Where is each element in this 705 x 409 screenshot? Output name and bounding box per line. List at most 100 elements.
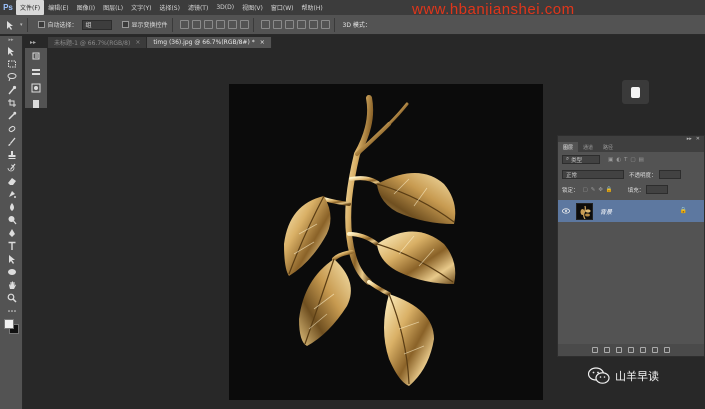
document-tabs: 未标题-1 @ 66.7%(RGB/8) × timg (36).jpg @ 6… <box>48 37 272 48</box>
tab-label: 未标题-1 @ 66.7%(RGB/8) <box>54 40 131 47</box>
chevron-down-icon: ▾ <box>20 21 23 28</box>
photoshop-window: Ps 文件(F) 编辑(E) 图像(I) 图层(L) 文字(Y) 选择(S) 滤… <box>0 0 705 409</box>
close-icon[interactable]: ✕ <box>696 136 700 142</box>
wechat-account-name: 山羊早读 <box>615 370 659 383</box>
visibility-eye-icon[interactable] <box>562 207 570 215</box>
eraser-icon[interactable] <box>0 174 23 187</box>
layer-style-icon[interactable] <box>604 347 610 353</box>
move-tool-preset[interactable]: ▾ <box>6 20 23 30</box>
align-right-icon[interactable] <box>239 20 249 29</box>
more-tools-icon[interactable] <box>0 304 23 317</box>
distribute-right-icon[interactable] <box>320 20 330 29</box>
layer-thumbnail <box>576 202 593 220</box>
menu-layer[interactable]: 图层(L) <box>99 0 127 15</box>
blend-mode-dropdown[interactable]: 正常 <box>562 170 624 179</box>
eyedropper-icon[interactable] <box>0 109 23 122</box>
auto-select-dropdown[interactable]: 组 <box>81 19 112 30</box>
tab-untitled[interactable]: 未标题-1 @ 66.7%(RGB/8) × <box>48 37 148 48</box>
group-icon[interactable] <box>640 347 646 353</box>
menu-filter[interactable]: 滤镜(T) <box>184 0 212 15</box>
show-transform-checkbox[interactable]: 显示变换控件 <box>121 20 168 29</box>
document-canvas[interactable] <box>229 84 543 400</box>
lasso-icon[interactable] <box>0 70 23 83</box>
menu-edit[interactable]: 编辑(E) <box>44 0 72 15</box>
hand-icon[interactable] <box>0 278 23 291</box>
marquee-icon[interactable] <box>0 57 23 70</box>
adjustment-icon[interactable] <box>628 347 634 353</box>
layer-name[interactable]: 背景 <box>600 207 612 216</box>
zoom-icon[interactable] <box>0 291 23 304</box>
auto-select-checkbox[interactable]: 自动选择： <box>37 20 78 29</box>
panel-grip[interactable]: ▸▸ <box>30 37 36 47</box>
trash-icon[interactable] <box>664 347 670 353</box>
tab-timg[interactable]: timg (36).jpg @ 66.7%(RGB/8#) * × <box>147 37 272 48</box>
align-left-icon[interactable] <box>215 20 225 29</box>
move-icon[interactable] <box>0 44 23 57</box>
panel-toggle-button[interactable] <box>622 80 649 104</box>
tab-layers[interactable]: 图层 <box>558 142 579 152</box>
tools-panel: ▸▸ <box>0 36 23 409</box>
dodge-icon[interactable] <box>0 213 23 226</box>
gradient-icon[interactable] <box>0 187 23 200</box>
color-swatches[interactable] <box>0 317 23 343</box>
menu-3d[interactable]: 3D(D) <box>212 0 238 15</box>
filter-icons[interactable]: ▣◐T▢▤ <box>608 157 647 163</box>
foreground-color-chip[interactable] <box>4 319 14 329</box>
align-vcenter-icon[interactable] <box>191 20 201 29</box>
brush-presets-icon[interactable] <box>25 80 47 96</box>
checkbox-box[interactable] <box>37 21 45 28</box>
collapse-icon[interactable]: ▸▸ <box>687 136 692 142</box>
fill-input[interactable] <box>646 185 669 194</box>
menu-type[interactable]: 文字(Y) <box>127 0 155 15</box>
mode-3d-label: 3D 模式： <box>342 22 371 29</box>
lock-icons[interactable]: ▢✎✥🔒 <box>583 187 616 193</box>
layers-footer <box>558 344 704 356</box>
layer-row-background[interactable]: 背景 🔒 <box>558 200 704 222</box>
close-icon[interactable]: × <box>135 39 140 46</box>
close-icon[interactable]: × <box>260 39 265 46</box>
new-layer-icon[interactable] <box>652 347 658 353</box>
tab-paths[interactable]: 路径 <box>598 142 618 152</box>
distribute-bottom-icon[interactable] <box>284 20 294 29</box>
path-select-icon[interactable] <box>0 252 23 265</box>
history-panel-strip <box>25 48 47 108</box>
stamp-icon[interactable] <box>0 148 23 161</box>
wechat-logo-icon <box>587 367 610 385</box>
divider <box>252 17 254 32</box>
crop-icon[interactable] <box>0 96 23 109</box>
shape-icon[interactable] <box>0 265 23 278</box>
history-icon[interactable] <box>25 48 47 64</box>
blur-icon[interactable] <box>0 200 23 213</box>
healing-icon[interactable] <box>0 122 23 135</box>
history-brush-icon[interactable] <box>0 161 23 174</box>
checkbox-box[interactable] <box>121 21 129 28</box>
align-top-icon[interactable] <box>179 20 189 29</box>
opacity-input[interactable] <box>658 170 681 179</box>
pen-icon[interactable] <box>0 226 23 239</box>
menu-window[interactable]: 窗口(W) <box>267 0 298 15</box>
brush-icon[interactable] <box>0 135 23 148</box>
distribute-top-icon[interactable] <box>260 20 270 29</box>
link-layers-icon[interactable] <box>592 347 598 353</box>
panel-grip[interactable]: ▸▸ <box>0 36 22 44</box>
layer-filter-dropdown[interactable]: ⌕ 类型 <box>562 155 600 164</box>
layer-filter-row: ⌕ 类型 ▣◐T▢▤ <box>558 152 704 167</box>
menu-select[interactable]: 选择(S) <box>155 0 184 15</box>
mask-icon[interactable] <box>616 347 622 353</box>
tab-channels[interactable]: 通道 <box>578 142 598 152</box>
distribute-hcenter-icon[interactable] <box>308 20 318 29</box>
menu-file[interactable]: 文件(F) <box>16 0 45 15</box>
opacity-label: 不透明度： <box>629 172 657 179</box>
menu-image[interactable]: 图像(I) <box>73 0 99 15</box>
type-icon[interactable] <box>0 239 23 252</box>
layers-panel: ▸▸ ✕ 图层 通道 路径 ⌕ 类型 ▣◐T▢▤ 正常 不透明度： 锁定： ▢✎… <box>557 135 705 357</box>
menu-help[interactable]: 帮助(H) <box>298 0 327 15</box>
menu-view[interactable]: 视图(V) <box>238 0 267 15</box>
actions-icon[interactable] <box>25 64 47 80</box>
distribute-left-icon[interactable] <box>296 20 306 29</box>
quick-select-icon[interactable] <box>0 83 23 96</box>
align-hcenter-icon[interactable] <box>227 20 237 29</box>
info-icon[interactable] <box>25 96 47 112</box>
align-bottom-icon[interactable] <box>203 20 213 29</box>
distribute-vcenter-icon[interactable] <box>272 20 282 29</box>
